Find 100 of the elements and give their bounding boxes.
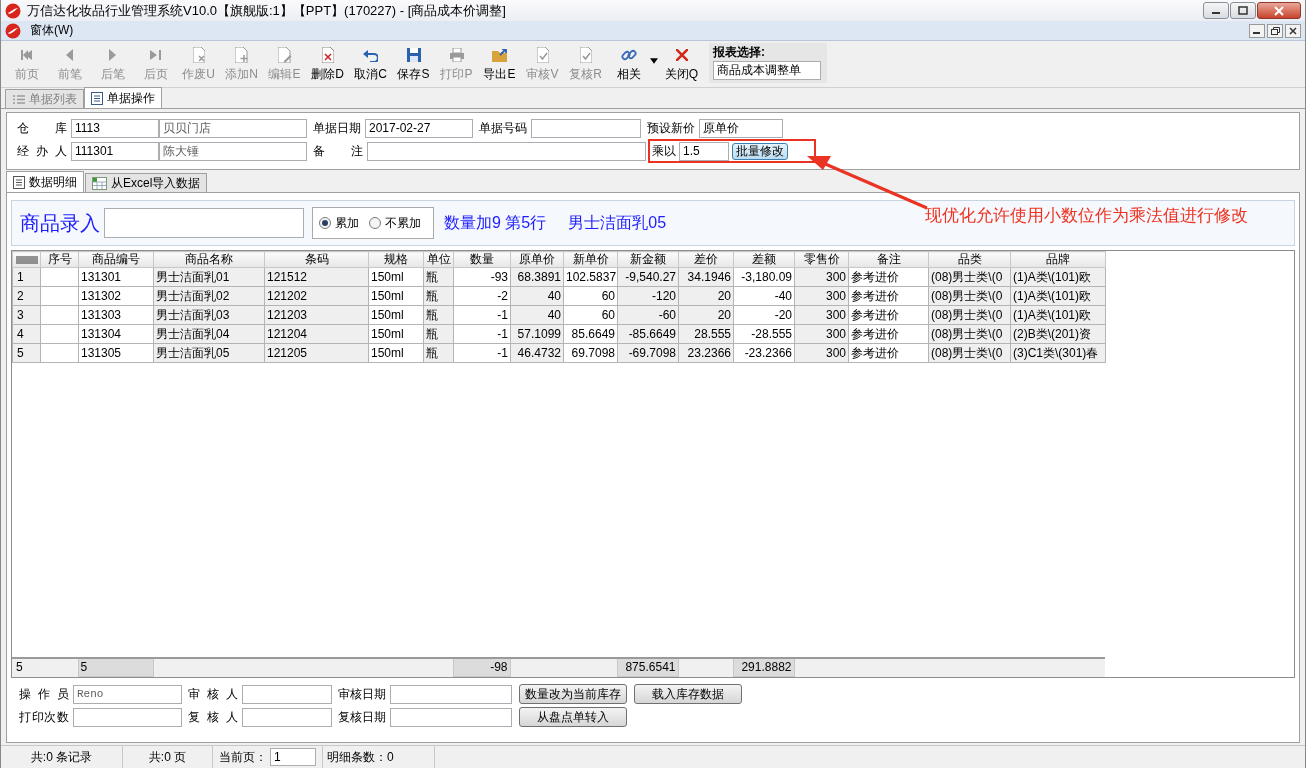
handler-name-field[interactable]: 陈大锤 [159,141,307,161]
minimize-button[interactable] [1249,23,1265,38]
column-header[interactable]: 原单价 [510,251,564,268]
column-header[interactable]: 差额 [733,251,795,268]
input-field[interactable] [390,707,512,727]
column-header[interactable]: 备注 [848,251,929,268]
tab[interactable]: 数据明细 [6,171,84,192]
multiplier-field[interactable]: 1.5 [679,141,729,161]
product-entry-field[interactable] [104,208,304,238]
column-header[interactable]: 规格 [368,251,424,268]
radio-label: 不累加 [385,215,421,231]
input-field[interactable] [242,684,332,704]
column-header[interactable]: 商品编号 [78,251,154,268]
column-header[interactable]: 品牌 [1010,251,1106,268]
restore-icon [1270,26,1280,35]
table-cell: 150ml [368,286,424,306]
toolbar-button[interactable]: 相关 [607,43,650,85]
column-header[interactable]: 条码 [264,251,369,268]
input-field[interactable] [242,707,332,727]
table-cell: -1 [453,305,511,325]
entry-label: 商品录入 [20,211,100,235]
close-button[interactable] [1257,2,1301,19]
table-cell: 60 [563,286,618,306]
close-button[interactable] [1285,23,1301,38]
column-header[interactable]: 单位 [423,251,454,268]
table-cell: -2 [453,286,511,306]
page-field[interactable]: 1 [270,748,316,766]
toolbar-button[interactable]: 导出E [478,43,521,85]
table-cell: -28.555 [733,324,795,344]
column-header[interactable]: 数量 [453,251,511,268]
field-label: 仓 库 [17,120,67,136]
minimize-button[interactable] [1203,2,1229,19]
tab[interactable]: 单据操作 [84,87,162,108]
table-cell: 131303 [78,305,154,325]
field-label: 审核日期 [338,686,386,702]
radio-button[interactable] [369,217,381,229]
maximize-button[interactable] [1230,2,1256,19]
status-text: 男士洁面乳05 [568,213,667,233]
column-header[interactable]: 品类 [928,251,1011,268]
window-title: 万信达化妆品行业管理系统V10.0【旗舰版:1】【PPT】(170227) - [商品成本价调整] [27,2,507,19]
spreadsheet-icon [92,176,107,190]
batch-edit-button[interactable]: 批量修改 [732,142,788,160]
toolbar-button[interactable]: 关闭Q [660,43,703,85]
table-cell: -20 [733,305,795,325]
document-icon [91,91,103,105]
action-button[interactable]: 从盘点单转入 [519,707,627,727]
table-cell: 参考进价 [848,343,929,363]
table-cell: 150ml [368,324,424,344]
column-header[interactable]: 商品名称 [153,251,265,268]
printer-icon [449,48,464,62]
column-header[interactable]: 新单价 [563,251,618,268]
tab-label: 单据列表 [29,91,77,107]
summary-cell: 291.8882 [733,657,794,677]
logo-icon [5,2,21,19]
report-label: 报表选择: [713,45,766,61]
radio-button[interactable] [319,217,331,229]
table-cell: 131305 [78,343,154,363]
document-number-field[interactable] [531,118,641,138]
report-select-field[interactable]: 商品成本调整单 [713,61,821,80]
table-cell: 131302 [78,286,154,306]
date-field[interactable]: 2017-02-27 [365,118,473,138]
table-cell: -93 [453,267,511,287]
folder-arrow-icon [492,49,507,62]
table-cell: -1 [453,343,511,363]
close-icon [1274,5,1284,16]
document-pencil-icon [277,47,292,63]
menu-item[interactable]: 窗体(W) [27,22,77,39]
restore-button[interactable] [1267,23,1283,38]
action-button[interactable]: 数量改为当前库存 [519,684,627,704]
caret-icon[interactable] [650,57,658,65]
field-label: 预设新价 [647,120,695,136]
field-label: 复核日期 [338,709,386,725]
table-cell: 131301 [78,267,154,287]
column-header[interactable]: 序号 [40,251,79,268]
table-cell: 参考进价 [848,324,929,344]
action-button[interactable]: 载入库存数据 [634,684,742,704]
table-cell: 参考进价 [848,267,929,287]
column-header[interactable]: 新金额 [617,251,679,268]
status-text: 明细条数：0 [327,749,394,765]
table-cell: 60 [563,305,618,325]
remark-field[interactable] [367,141,646,161]
status-text: 共:0 条记录 [30,749,93,765]
warehouse-code-field[interactable]: 1113 [71,118,159,138]
input-field[interactable] [390,684,512,704]
input-field[interactable] [73,707,182,727]
toolbar-button[interactable]: 保存S [392,43,435,85]
handler-code-field[interactable]: 111301 [71,141,159,161]
column-header[interactable]: 差价 [678,251,734,268]
tab[interactable]: 从Excel导入数据 [85,173,208,192]
input-field[interactable]: Reno [73,684,182,704]
preset-price-field[interactable]: 原单价 [699,118,783,138]
tab-label: 从Excel导入数据 [111,175,201,191]
toolbar-button[interactable]: 删除D [306,43,349,85]
toolbar-button[interactable]: 取消C [349,43,392,85]
table-cell: 69.7098 [563,343,618,363]
warehouse-name-field[interactable]: 贝贝门店 [159,118,307,138]
grid-menu-icon[interactable] [15,256,38,265]
tab-label: 数据明细 [29,174,77,190]
column-header[interactable]: 零售价 [794,251,849,268]
close-icon [1289,26,1297,35]
